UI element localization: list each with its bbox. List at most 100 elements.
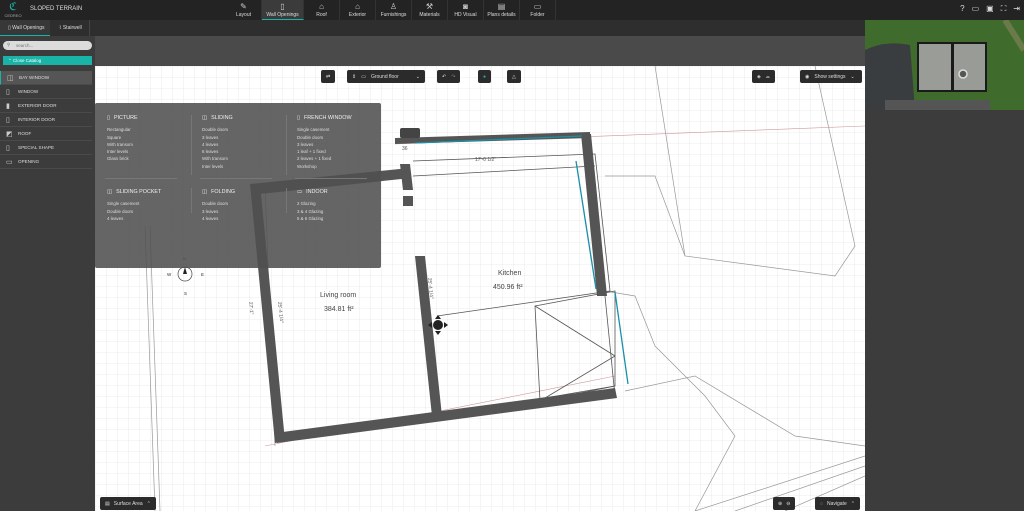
picture-icon: ▯ [107, 115, 110, 121]
catalog-item[interactable]: Inter levels [107, 148, 192, 155]
sliding-icon: ◫ [202, 115, 208, 121]
catalog-item[interactable]: 5 & 6 Glazing [297, 215, 382, 222]
updown-icon: ⇕ [352, 73, 357, 80]
exterior-door-icon: ▮ [6, 103, 10, 110]
undo-redo-group: ↶ ↷ [437, 70, 461, 83]
sidebar-item-interior-door[interactable]: ▯ INTERIOR DOOR [0, 113, 92, 127]
layers-icon[interactable]: ◈ [757, 74, 761, 80]
sidebar-item-roof[interactable]: ◩ ROOF [0, 127, 92, 141]
zoom-in-icon[interactable]: ⊕ [778, 501, 782, 507]
nav-hd-visual[interactable]: ◙ HD Visual [448, 0, 484, 20]
elevation-icon[interactable]: ⌓ [766, 74, 770, 80]
french-window-icon: ▯ [297, 115, 300, 121]
chevron-up-icon: ⌃ [146, 500, 151, 507]
close-catalog-button[interactable]: ⌃ Close Catalog [3, 56, 92, 65]
cedreo-logo: ℭ CEDREO [4, 1, 22, 19]
catalog-item[interactable]: 3 & 4 Glazing [297, 208, 382, 215]
sidebar-item-window[interactable]: ▯ WINDOW [0, 85, 92, 99]
search-icon: ⚲ [7, 42, 11, 47]
plans-icon: ▤ [497, 2, 506, 11]
catalog-item[interactable]: Double doors [202, 126, 287, 133]
sidebar-item-special-shape[interactable]: ▯ SPECIAL SHAPE [0, 141, 92, 155]
nav-materials[interactable]: ⚒ Materials [412, 0, 448, 20]
tab-stairwell[interactable]: ⌇ Stairwell [55, 20, 90, 36]
sidebar-item-bay-window[interactable]: ◫ BAY WINDOW [0, 71, 92, 85]
nav-plans-details[interactable]: ▤ Plans details [484, 0, 520, 20]
catalog-item[interactable]: 4 leaves [202, 215, 287, 222]
catalog-item[interactable]: Inter levels [202, 163, 287, 170]
nav-furnishings[interactable]: ♙ Furnishings [376, 0, 412, 20]
special-shape-icon: ▯ [6, 145, 10, 152]
camera-marker[interactable] [400, 128, 420, 138]
swap-button[interactable]: ⇄ [321, 70, 336, 83]
nav-folder[interactable]: ▭ Folder [520, 0, 556, 20]
catalog-section-sliding-pocket[interactable]: ◫ SLIDING POCKET Single casement Double do… [107, 189, 192, 222]
catalog-item[interactable]: With transom [107, 141, 192, 148]
top-bar: ℭ CEDREO SLOPED TERRAIN ✎ Layout ▯ Wall Ope… [0, 0, 1024, 20]
terrain-button[interactable]: △ [507, 70, 521, 83]
nav-wall-openings[interactable]: ▯ Wall Openings [262, 0, 304, 20]
catalog-item[interactable]: 6 leaves [202, 148, 287, 155]
redo-icon[interactable]: ↷ [451, 74, 455, 80]
show-settings-button[interactable]: ◉ Show settings ⌄ [800, 70, 862, 83]
dimension-label: 36 [402, 146, 408, 152]
catalog-item[interactable]: 2 leaves + 1 fixed [297, 155, 382, 162]
pencil-icon: ✎ [240, 2, 247, 11]
tab-wall-openings[interactable]: ▯ Wall Openings [0, 20, 50, 36]
search-input[interactable]: ⚲ search... [3, 41, 92, 50]
catalog-panel: ▯ PICTURE Rectangular Square With transom In… [95, 103, 381, 268]
canvas-header [95, 36, 865, 66]
chat-icon[interactable]: ▭ [972, 4, 980, 14]
catalog-section-indoor[interactable]: ▭ INDOOR 2 Glazing 3 & 4 Glazing 5 & 6 Glaz… [297, 189, 382, 222]
3d-preview[interactable] [865, 20, 1024, 110]
sidebar-item-opening[interactable]: ▭ OPENING [0, 155, 92, 169]
undo-icon[interactable]: ↶ [442, 74, 446, 80]
catalog-item[interactable]: 2 Glazing [297, 200, 382, 207]
catalog-item[interactable]: 1 leaf + 1 fixed [297, 148, 382, 155]
catalog-section-folding[interactable]: ◫ FOLDING Double doors 3 leaves 4 leaves [202, 189, 287, 222]
house-icon: ⌂ [355, 2, 360, 11]
navigate-button[interactable]: ◌ Navigate ⌃ [815, 497, 860, 510]
catalog-item[interactable]: Rectangular [107, 126, 192, 133]
svg-text:S: S [184, 291, 187, 296]
catalog-item[interactable]: Double doors [202, 200, 287, 207]
surface-area-button[interactable]: ▤ Surface Area ⌃ [100, 497, 156, 510]
nav-roof[interactable]: ⌂ Roof [304, 0, 340, 20]
catalog-item[interactable]: 3 leaves [202, 208, 287, 215]
zoom-out-icon[interactable]: ⊖ [786, 501, 790, 507]
catalog-section-sliding[interactable]: ◫ SLIDING Double doors 3 leaves 4 leaves 6 l… [202, 115, 287, 170]
save-icon[interactable]: ▣ [986, 4, 994, 14]
eye-icon: ◉ [805, 73, 810, 80]
catalog-sidebar: ⚲ search... ⌃ Close Catalog ◫ BAY WINDOW ▯… [0, 36, 95, 511]
catalog-item[interactable]: Single casement [107, 200, 192, 207]
catalog-item[interactable]: 3 leaves [297, 141, 382, 148]
nav-layout[interactable]: ✎ Layout [226, 0, 262, 20]
zoom-controls: ⊕ ⊖ [773, 497, 796, 510]
catalog-item[interactable]: Glass brick [107, 155, 192, 162]
help-icon[interactable]: ? [960, 4, 964, 14]
catalog-item[interactable]: Single casement [297, 126, 382, 133]
floor-selector[interactable]: ⇕ ▭ Ground floor ⌄ [347, 70, 425, 83]
chevron-down-icon: ⌄ [850, 73, 855, 80]
catalog-item[interactable]: Square [107, 134, 192, 141]
catalog-section-picture[interactable]: ▯ PICTURE Rectangular Square With transom In… [107, 115, 192, 163]
catalog-item[interactable]: 3 leaves [202, 134, 287, 141]
exit-icon[interactable]: ⇥ [1013, 4, 1020, 14]
nav-exterior[interactable]: ⌂ Exterior [340, 0, 376, 20]
dimension-label: 17'-0 1/2" [475, 157, 496, 163]
catalog-item[interactable]: 4 leaves [202, 141, 287, 148]
right-panel [865, 110, 1024, 511]
fullscreen-icon[interactable]: ⛶ [1001, 4, 1007, 14]
3d-toggle-button[interactable]: ● [478, 70, 492, 83]
catalog-item[interactable]: Double doors [297, 134, 382, 141]
catalog-item[interactable]: 4 leaves [107, 215, 192, 222]
catalog-item[interactable]: With transom [202, 155, 287, 162]
swap-icon: ⇄ [326, 73, 331, 80]
room-area-living-room: 384.81 ft² [324, 306, 354, 313]
table-icon: ▤ [105, 500, 110, 507]
catalog-section-french-window[interactable]: ▯ FRENCH WINDOW Single casement Double doo… [297, 115, 382, 170]
room-area-kitchen: 450.96 ft² [493, 284, 523, 291]
catalog-item[interactable]: Workshop [297, 163, 382, 170]
sidebar-item-exterior-door[interactable]: ▮ EXTERIOR DOOR [0, 99, 92, 113]
catalog-item[interactable]: Double doors [107, 208, 192, 215]
